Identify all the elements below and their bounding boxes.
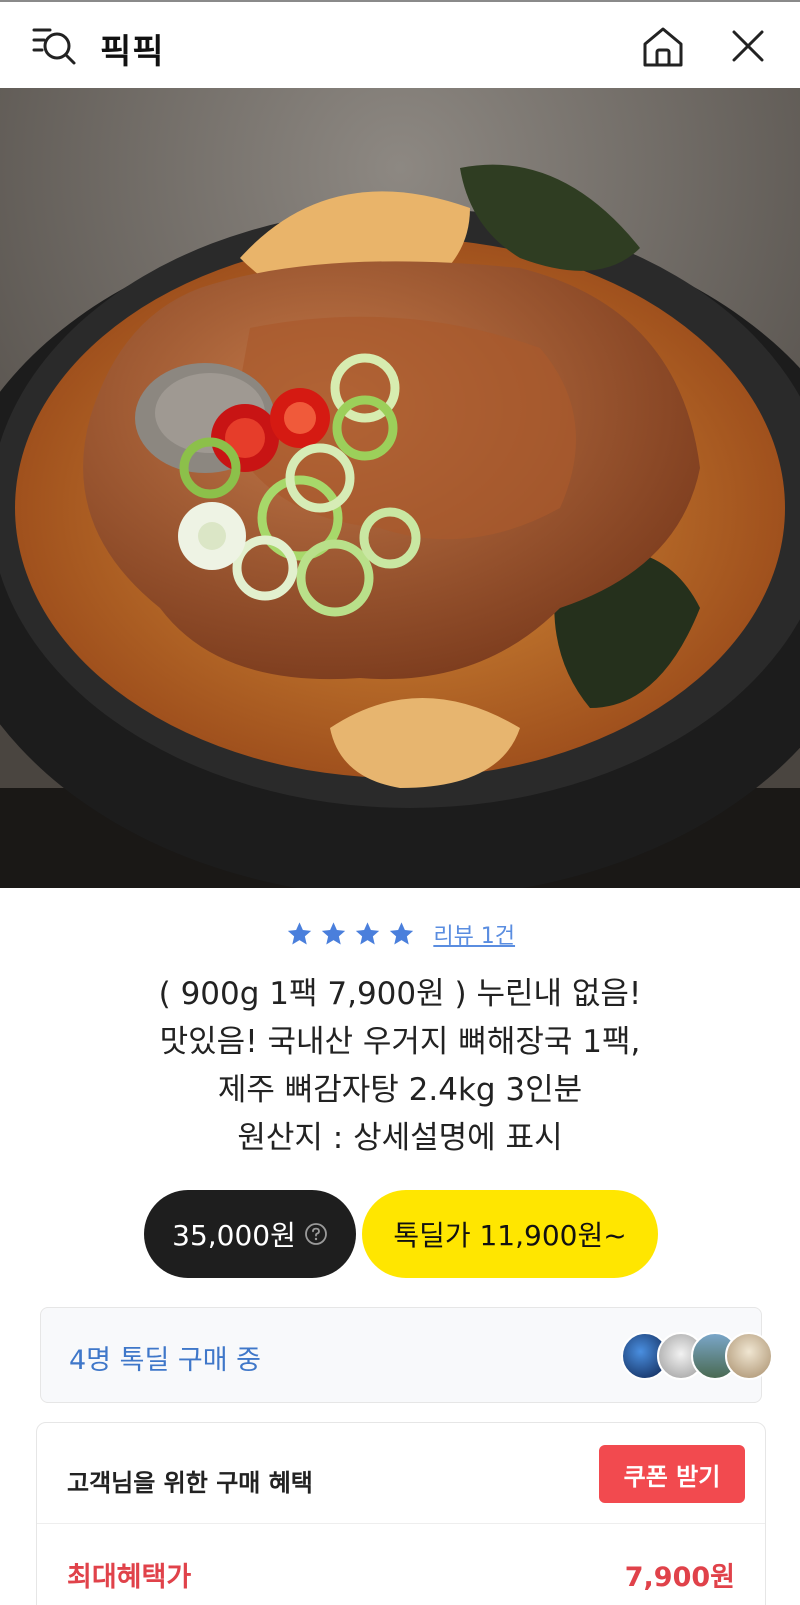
menu-search-icon[interactable] — [30, 24, 78, 68]
review-link[interactable]: 리뷰 1건 — [433, 918, 515, 950]
avatar — [725, 1332, 773, 1380]
food-photo — [0, 88, 800, 888]
deal-price-button[interactable]: 톡딜가 11,900원~ — [362, 1190, 658, 1278]
purchase-benefits: 고객님을 위한 구매 혜택 쿠폰 받기 최대혜택가 7,900원 — [36, 1422, 766, 1605]
max-benefit-price: 7,900원 — [624, 1562, 735, 1593]
star-rating — [285, 920, 416, 948]
product-title-line: 맛있음! 국내산 우거지 뼈해장국 1팩, — [159, 1024, 641, 1060]
top-bar: 픽픽 — [0, 0, 800, 88]
buyer-avatars — [581, 1332, 773, 1380]
divider — [37, 1523, 765, 1524]
product-image[interactable] — [0, 88, 800, 888]
star-icon — [321, 922, 346, 945]
app-title: 픽픽 — [100, 32, 165, 72]
close-icon[interactable] — [728, 26, 768, 66]
max-benefit-label: 최대혜택가 — [67, 1562, 192, 1593]
star-icon — [390, 922, 414, 945]
buyers-count-text: 4명 톡딜 구매 중 — [69, 1345, 261, 1376]
product-title: ( 900g 1팩 7,900원 ) 누린내 없음! 맛있음! 국내산 우거지 … — [40, 970, 760, 1162]
home-icon[interactable] — [640, 24, 686, 70]
product-title-line: ( 900g 1팩 7,900원 ) 누린내 없음! — [158, 976, 642, 1012]
benefits-title: 고객님을 위한 구매 혜택 — [67, 1469, 313, 1497]
get-coupon-button[interactable]: 쿠폰 받기 — [599, 1445, 745, 1503]
product-title-line: 원산지 : 상세설명에 표시 — [237, 1120, 563, 1156]
buyers-banner[interactable]: 4명 톡딜 구매 중 — [40, 1307, 773, 1403]
original-price: 35,000원 — [172, 1219, 296, 1252]
rating-row: 리뷰 1건 — [0, 918, 800, 950]
star-icon — [355, 922, 380, 945]
product-title-line: 제주 뼈감자탕 2.4kg 3인분 — [217, 1072, 583, 1108]
star-icon — [287, 922, 312, 945]
question-icon[interactable] — [304, 1222, 328, 1246]
original-price-button[interactable]: 35,000원 — [144, 1190, 356, 1278]
